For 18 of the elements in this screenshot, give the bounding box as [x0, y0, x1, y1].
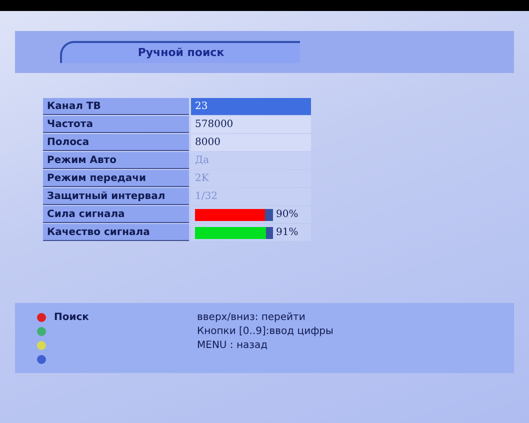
field-label: Защитный интервал — [43, 188, 189, 205]
field-label: Частота — [43, 116, 189, 133]
field-label: Качество сигнала — [43, 224, 189, 241]
help-text: вверх/вниз: перейти — [197, 311, 306, 324]
field-label: Режим передачи — [43, 170, 189, 187]
field-label: Сила сигнала — [43, 206, 189, 223]
help-text: Кнопки [0..9]:ввод цифры — [197, 325, 334, 338]
field-label: Канал ТВ — [43, 98, 189, 115]
screen-title: Ручной поиск — [138, 44, 224, 61]
value-field[interactable]: 8000 — [191, 134, 311, 151]
meter-reading: 90% — [276, 208, 298, 222]
help-text: MENU : назад — [197, 339, 268, 352]
meter-reading: 91% — [276, 226, 298, 240]
key-label: Поиск — [54, 311, 89, 325]
value-field[interactable]: 23 — [191, 98, 311, 115]
value-field[interactable]: 578000 — [191, 116, 311, 133]
field-label: Режим Авто — [43, 152, 189, 169]
field-label: Полоса — [43, 134, 189, 151]
